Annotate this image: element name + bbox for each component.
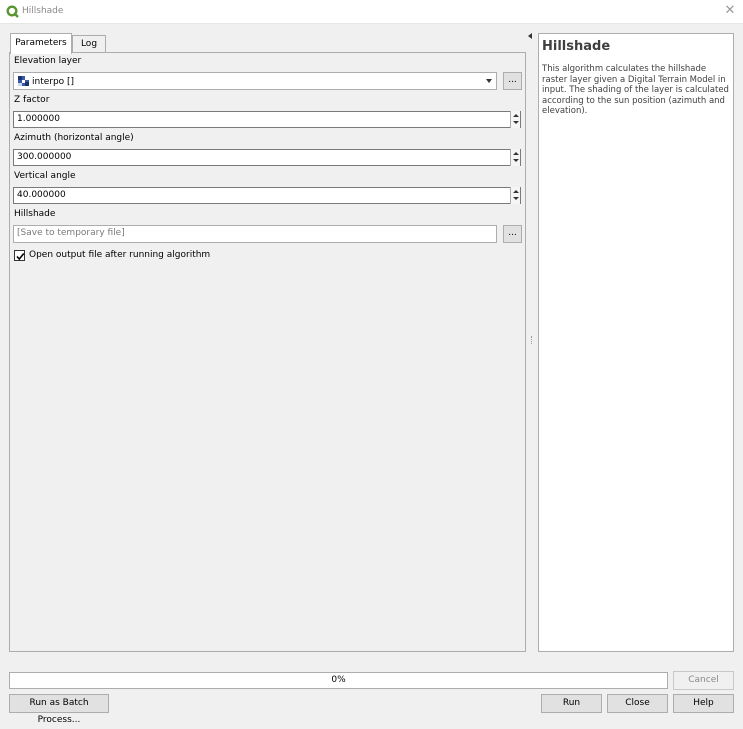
vertical-angle-input[interactable]: 40.000000 [13, 187, 521, 204]
open-output-checkbox[interactable] [14, 250, 25, 261]
hillshade-output-browse-button[interactable]: ... [503, 225, 522, 243]
progress-bar: 0% [9, 672, 668, 689]
tab-log[interactable]: Log [72, 35, 106, 53]
help-title: Hillshade [542, 39, 611, 54]
elevation-layer-browse-button[interactable]: ... [503, 72, 522, 90]
qgis-logo-icon [6, 5, 19, 18]
z-factor-spinner[interactable] [510, 111, 520, 128]
cancel-button[interactable]: Cancel [673, 671, 734, 690]
z-factor-label: Z factor [14, 95, 50, 105]
help-button[interactable]: Help [673, 694, 734, 713]
elevation-layer-value: interpo [] [32, 77, 75, 87]
raster-layer-icon [18, 76, 29, 86]
chevron-down-icon[interactable] [486, 79, 492, 83]
window-title: Hillshade [22, 6, 64, 16]
tab-parameters[interactable]: Parameters [10, 33, 72, 54]
azimuth-spinner[interactable] [510, 149, 520, 166]
hillshade-output-input[interactable]: [Save to temporary file] [13, 225, 497, 243]
vertical-angle-spinner[interactable] [510, 187, 520, 204]
help-description: This algorithm calculates the hillshade … [542, 64, 729, 116]
checkmark-icon [16, 252, 25, 261]
elevation-layer-label: Elevation layer [14, 56, 82, 66]
close-button[interactable]: Close [607, 694, 668, 713]
open-output-label: Open output file after running algorithm [29, 250, 211, 260]
title-bar [0, 0, 743, 24]
azimuth-label: Azimuth (horizontal angle) [14, 133, 134, 143]
run-batch-button[interactable]: Run as Batch Process... [9, 694, 109, 725]
azimuth-input[interactable]: 300.000000 [13, 149, 521, 166]
elevation-layer-combo[interactable] [13, 72, 497, 90]
close-window-icon[interactable]: ✕ [722, 3, 738, 19]
collapse-help-icon[interactable] [528, 33, 532, 39]
z-factor-input[interactable]: 1.000000 [13, 111, 521, 128]
run-button[interactable]: Run [541, 694, 602, 713]
help-panel [538, 33, 734, 652]
splitter-handle[interactable] [531, 336, 533, 344]
hillshade-output-label: Hillshade [14, 209, 56, 219]
vertical-angle-label: Vertical angle [14, 171, 76, 181]
